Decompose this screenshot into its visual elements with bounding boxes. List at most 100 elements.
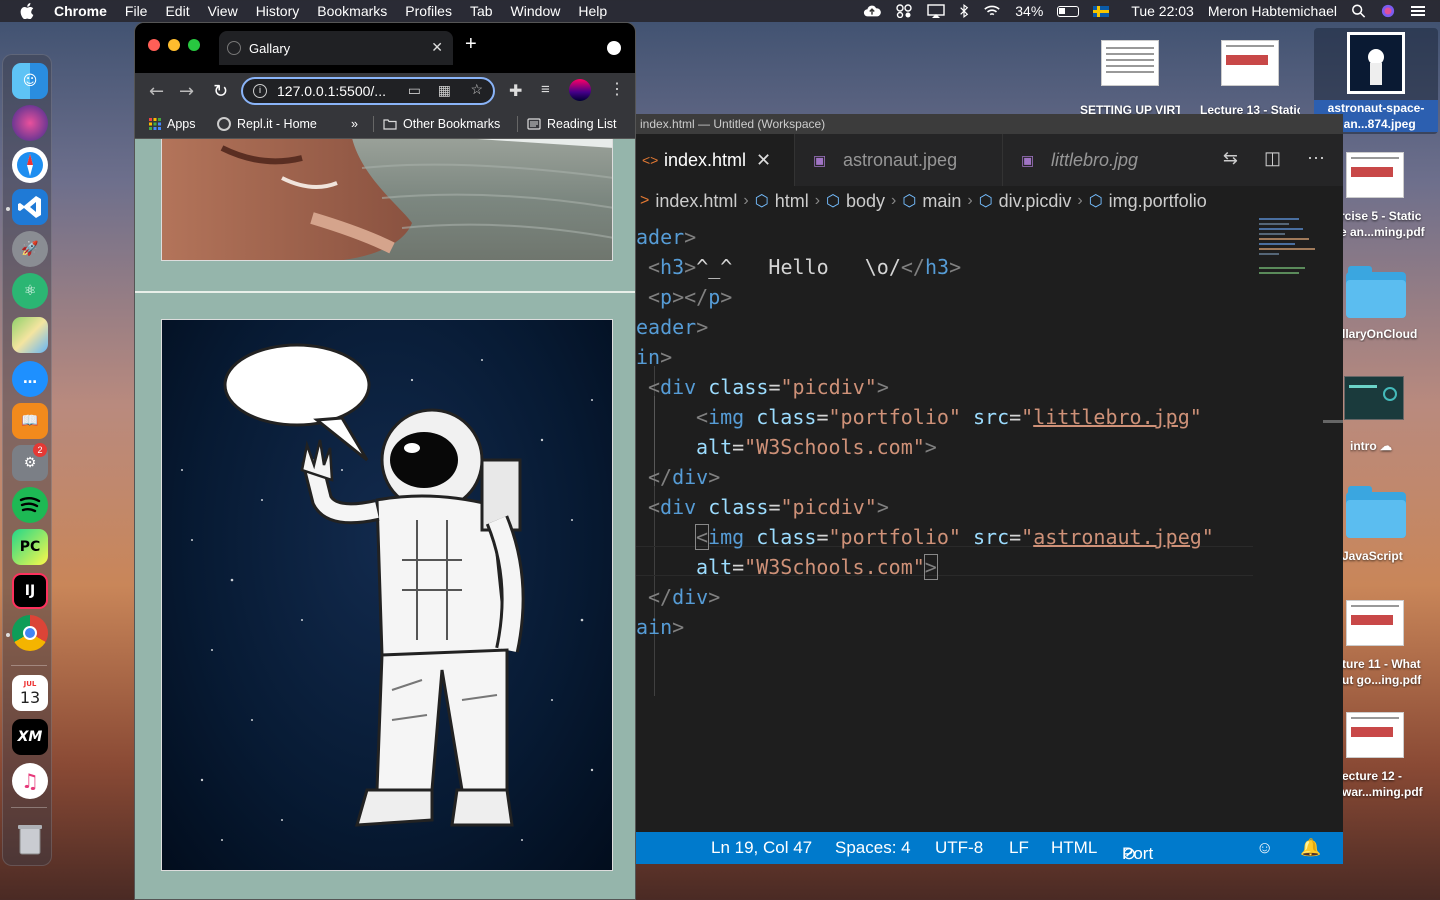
file-encoding[interactable]: UTF-8 [935,838,983,858]
reader-mode-icon[interactable]: ▦ [438,82,451,99]
menu-view[interactable]: View [208,3,238,19]
bookmark-star-icon[interactable]: ☆ [470,81,483,98]
menu-file[interactable]: File [125,3,148,19]
desktop-file-intro[interactable]: intro ☁ [1344,376,1440,454]
reload-icon[interactable]: ↻ [213,81,228,102]
menu-app-name[interactable]: Chrome [54,3,107,19]
battery-icon[interactable] [1057,5,1080,17]
bookmark-reading-list[interactable]: Reading List [527,117,617,131]
bluetooth-icon[interactable] [959,4,969,18]
desktop-file-lecture-11[interactable]: ture 11 - What ut go...ing.pdf [1342,600,1440,688]
vscode-title: index.html — Untitled (Workspace) [636,114,1343,134]
close-tab-icon[interactable]: ✕ [431,39,443,56]
chrome-menu-icon[interactable]: ⋮ [609,79,625,99]
maps-icon[interactable] [12,317,48,353]
chrome-tab-strip: Gallary ✕ + [135,23,635,73]
desktop-folder-javascript[interactable]: JavaScript [1342,486,1440,564]
breadcrumb-item[interactable]: div.picdiv [999,191,1072,212]
more-actions-icon[interactable]: ⋯ [1307,148,1325,169]
close-tab-icon[interactable]: ✕ [756,150,771,171]
webpage-viewport[interactable] [135,139,635,899]
forward-arrow-icon[interactable]: → [179,81,194,102]
menu-help[interactable]: Help [578,3,607,19]
breadcrumb-item[interactable]: body [846,191,885,212]
source-control-compare-icon[interactable]: ⇆ [1223,148,1238,169]
scrollbar[interactable] [1323,420,1343,423]
cloud-upload-icon[interactable] [863,4,882,18]
end-of-line[interactable]: LF [1009,838,1029,858]
menu-profiles[interactable]: Profiles [405,3,452,19]
status-bar: Ln 19, Col 47 Spaces: 4 UTF-8 LF HTML ⊘ … [636,832,1343,864]
cast-icon[interactable]: ▭ [408,82,421,99]
back-arrow-icon[interactable]: ← [149,81,164,102]
code-line: eader> [636,315,709,339]
chrome-icon[interactable] [12,615,48,651]
grid-status-icon[interactable] [895,4,913,18]
siri-app-icon[interactable] [12,105,48,141]
intellij-icon[interactable]: IJ [12,573,48,609]
desktop-folder-gallary-on-cloud[interactable]: llaryOnCloud [1342,266,1440,342]
safari-icon[interactable] [12,147,48,183]
clock[interactable]: Tue 22:03 [1131,3,1194,19]
apple-icon[interactable] [20,3,34,19]
menu-bookmarks[interactable]: Bookmarks [317,3,387,19]
control-center-icon[interactable] [1410,4,1426,18]
cursor-position[interactable]: Ln 19, Col 47 [711,838,812,858]
xm-app-icon[interactable]: XM [12,719,48,755]
bookmark-apps[interactable]: Apps [149,117,196,131]
tab-search-button[interactable] [607,41,621,55]
desktop-file-setting-up-virt[interactable]: SETTING UP VIRT... [1080,40,1180,118]
menu-history[interactable]: History [256,3,300,19]
breadcrumb-item[interactable]: html [775,191,809,212]
user-name[interactable]: Meron Habtemichael [1208,3,1337,19]
minimize-window-button[interactable] [168,39,180,51]
notifications-bell-icon[interactable]: 🔔 [1300,838,1321,858]
menu-tab[interactable]: Tab [470,3,493,19]
code-editor[interactable]: ader> <h3>^_^ Hello \o/</h3> <p></p> ead… [636,216,1343,832]
maximize-window-button[interactable] [188,39,200,51]
desktop-file-lecture-13[interactable]: Lecture 13 - Static [1200,40,1300,118]
feedback-icon[interactable]: ☺ [1256,838,1273,858]
browser-tab-gallary[interactable]: Gallary ✕ [219,31,453,65]
close-window-button[interactable] [148,39,160,51]
vscode-icon[interactable] [12,189,48,225]
language-mode[interactable]: HTML [1051,838,1097,858]
itunes-icon[interactable]: ♫ [12,763,48,799]
finder-icon[interactable]: ☺ [12,63,48,99]
profile-avatar[interactable] [569,79,591,101]
bookmark-replit-home[interactable]: Repl.it - Home [217,117,317,131]
atom-icon[interactable]: ⚛ [12,273,48,309]
launchpad-icon[interactable]: 🚀 [12,231,48,267]
screen-mirroring-icon[interactable] [927,4,945,18]
breadcrumb-item[interactable]: index.html [655,191,737,212]
site-info-icon[interactable]: i [253,84,267,98]
spotlight-search-icon[interactable] [1351,4,1366,18]
bookmarks-overflow-button[interactable]: » [351,117,358,131]
split-editor-icon[interactable]: ◫ [1264,148,1281,169]
desktop-file-exercise-5[interactable]: rcise 5 - Static e an...ming.pdf [1340,152,1440,240]
extensions-puzzle-icon[interactable]: ✚ [509,81,522,101]
new-tab-button[interactable]: + [465,33,477,56]
calendar-icon[interactable]: JUL 13 [12,675,48,711]
wifi-icon[interactable] [983,4,1001,18]
minimap[interactable] [1259,216,1319,296]
bookmark-other-bookmarks[interactable]: Other Bookmarks [383,117,500,131]
breadcrumb-item[interactable]: main [922,191,961,212]
tab-astronaut-jpeg[interactable]: ▣ astronaut.jpeg [794,134,1002,186]
breadcrumb-item[interactable]: img.portfolio [1109,191,1207,212]
tab-littlebro-jpg[interactable]: ▣ littlebro.jpg [1002,134,1186,186]
desktop-file-lecture-12[interactable]: ecture 12 - war...ming.pdf [1342,712,1440,800]
indentation-setting[interactable]: Spaces: 4 [835,838,911,858]
menu-window[interactable]: Window [511,3,561,19]
tab-index-html[interactable]: <> index.html ✕ [636,134,794,186]
address-bar[interactable]: i 127.0.0.1:5500/... ▭ ▦ ☆ [241,77,495,105]
pycharm-icon[interactable]: PC [12,529,48,565]
trash-icon[interactable] [12,821,48,857]
messenger-icon[interactable]: … [12,361,48,397]
spotify-icon[interactable] [12,487,48,523]
menu-edit[interactable]: Edit [165,3,189,19]
siri-icon[interactable] [1380,4,1396,18]
media-controls-icon[interactable]: ≡ [541,81,550,98]
books-icon[interactable]: 📖 [12,403,48,439]
input-source-flag-icon[interactable] [1093,5,1110,17]
